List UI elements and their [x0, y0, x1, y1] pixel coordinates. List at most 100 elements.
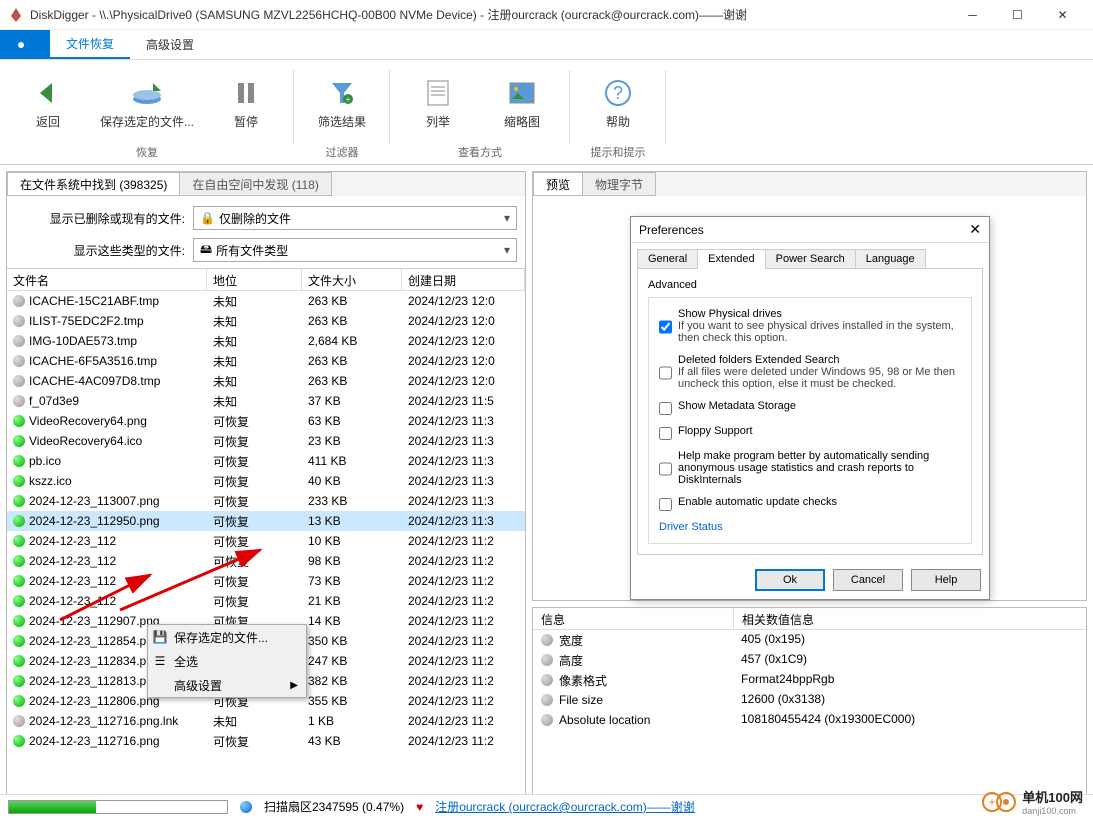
select-all-icon: ☰	[152, 654, 168, 668]
tab-file-recovery[interactable]: 文件恢复	[50, 30, 130, 59]
status-dot-icon	[13, 315, 25, 327]
tab-found-in-freespace[interactable]: 在自由空间中发现 (118)	[179, 172, 331, 196]
chk-auto-update[interactable]	[659, 498, 672, 511]
tab-preview[interactable]: 预览	[533, 172, 583, 196]
ctx-advanced-settings[interactable]: 高级设置 ▶	[148, 673, 306, 697]
lock-icon: 🔒	[200, 211, 215, 225]
table-row[interactable]: 2024-12-23_112716.png.lnk未知1 KB2024/12/2…	[7, 711, 525, 731]
prefs-tab-language[interactable]: Language	[855, 249, 926, 269]
prefs-tab-extended[interactable]: Extended	[697, 249, 765, 269]
prefs-title: Preferences	[639, 223, 704, 237]
chk-show-metadata-storage[interactable]	[659, 402, 672, 415]
status-dot-icon	[13, 635, 25, 647]
filter-deleted-select[interactable]: 🔒 仅删除的文件	[193, 206, 517, 230]
table-row[interactable]: ILIST-75EDC2F2.tmp未知263 KB2024/12/23 12:…	[7, 311, 525, 331]
ribbon-group-view: 查看方式	[398, 142, 562, 162]
file-table-header: 文件名 地位 文件大小 创建日期	[7, 269, 525, 291]
info-col-value: 相关数值信息	[733, 608, 1086, 629]
list-view-button[interactable]: 列举	[398, 64, 478, 142]
table-row[interactable]: 2024-12-23_112950.png可恢复13 KB2024/12/23 …	[7, 511, 525, 531]
prefs-ok-button[interactable]: Ok	[755, 569, 825, 591]
ribbon-group-filter: 过滤器	[302, 142, 382, 162]
filter-results-button[interactable]: + 筛选结果	[302, 64, 382, 142]
minimize-button[interactable]: ─	[950, 1, 995, 29]
preferences-dialog: Preferences ✕ General Extended Power Sea…	[630, 216, 990, 600]
status-dot-icon	[13, 455, 25, 467]
table-row[interactable]: 2024-12-23_113007.png可恢复233 KB2024/12/23…	[7, 491, 525, 511]
save-selected-button[interactable]: 保存选定的文件...	[92, 64, 202, 142]
table-row[interactable]: 2024-12-23_112可恢复98 KB2024/12/23 11:2	[7, 551, 525, 571]
prefs-tab-general[interactable]: General	[637, 249, 698, 269]
help-button[interactable]: ? 帮助	[578, 64, 658, 142]
heart-icon: ♥	[416, 800, 423, 814]
table-row[interactable]: ICACHE-15C21ABF.tmp未知263 KB2024/12/23 12…	[7, 291, 525, 311]
status-dot-icon	[13, 695, 25, 707]
info-panel: 信息 相关数值信息 宽度405 (0x195)高度457 (0x1C9)像素格式…	[532, 607, 1087, 797]
ribbon-group-recovery: 恢复	[8, 142, 286, 162]
filter-types-select[interactable]: 🖴 所有文件类型	[193, 238, 517, 262]
save-icon: 💾	[152, 630, 168, 644]
file-menu-icon[interactable]	[0, 30, 50, 59]
prefs-section-advanced: Advanced	[648, 279, 972, 291]
back-button[interactable]: 返回	[8, 64, 88, 142]
col-status[interactable]: 地位	[207, 269, 302, 290]
table-row[interactable]: f_07d3e9未知37 KB2024/12/23 11:5	[7, 391, 525, 411]
prefs-cancel-button[interactable]: Cancel	[833, 569, 903, 591]
pause-button[interactable]: 暂停	[206, 64, 286, 142]
info-row: 像素格式Format24bppRgb	[533, 670, 1086, 690]
file-table-body[interactable]: ICACHE-15C21ABF.tmp未知263 KB2024/12/23 12…	[7, 291, 525, 796]
col-filename[interactable]: 文件名	[7, 269, 207, 290]
status-dot-icon	[13, 495, 25, 507]
save-disk-icon	[131, 77, 163, 109]
table-row[interactable]: 2024-12-23_112可恢复10 KB2024/12/23 11:2	[7, 531, 525, 551]
chk-show-physical-drives[interactable]	[659, 310, 672, 344]
close-button[interactable]: ✕	[1040, 1, 1085, 29]
info-dot-icon	[541, 694, 553, 706]
table-row[interactable]: 2024-12-23_112716.png可恢复43 KB2024/12/23 …	[7, 731, 525, 751]
info-col-name: 信息	[533, 608, 733, 629]
table-row[interactable]: VideoRecovery64.ico可恢复23 KB2024/12/23 11…	[7, 431, 525, 451]
maximize-button[interactable]: ☐	[995, 1, 1040, 29]
table-row[interactable]: 2024-12-23_112可恢复73 KB2024/12/23 11:2	[7, 571, 525, 591]
status-dot-icon	[240, 801, 252, 813]
status-dot-icon	[13, 475, 25, 487]
status-dot-icon	[13, 395, 25, 407]
col-date[interactable]: 创建日期	[402, 269, 525, 290]
back-arrow-icon	[32, 77, 64, 109]
prefs-close-button[interactable]: ✕	[969, 221, 981, 238]
col-size[interactable]: 文件大小	[302, 269, 402, 290]
menu-tabs: 文件恢复 高级设置	[0, 30, 1093, 60]
info-dot-icon	[541, 714, 553, 726]
prefs-tab-powersearch[interactable]: Power Search	[765, 249, 856, 269]
table-row[interactable]: pb.ico可恢复411 KB2024/12/23 11:3	[7, 451, 525, 471]
table-row[interactable]: kszz.ico可恢复40 KB2024/12/23 11:3	[7, 471, 525, 491]
info-row: 高度457 (0x1C9)	[533, 650, 1086, 670]
tab-advanced-settings[interactable]: 高级设置	[130, 30, 210, 59]
table-row[interactable]: 2024-12-23_112可恢复21 KB2024/12/23 11:2	[7, 591, 525, 611]
info-row: Absolute location108180455424 (0x19300EC…	[533, 710, 1086, 730]
thumbnail-view-button[interactable]: 缩略图	[482, 64, 562, 142]
chk-floppy-support[interactable]	[659, 427, 672, 440]
table-row[interactable]: ICACHE-4AC097D8.tmp未知263 KB2024/12/23 12…	[7, 371, 525, 391]
table-row[interactable]: ICACHE-6F5A3516.tmp未知263 KB2024/12/23 12…	[7, 351, 525, 371]
info-row: 宽度405 (0x195)	[533, 630, 1086, 650]
register-link[interactable]: 注册ourcrack (ourcrack@ourcrack.com)——谢谢	[435, 798, 695, 815]
chk-deleted-folders-search[interactable]	[659, 356, 672, 390]
table-row[interactable]: IMG-10DAE573.tmp未知2,684 KB2024/12/23 12:…	[7, 331, 525, 351]
tab-physical-bytes[interactable]: 物理字节	[582, 172, 656, 196]
tab-found-in-filesystem[interactable]: 在文件系统中找到 (398325)	[7, 172, 180, 196]
prefs-help-button[interactable]: Help	[911, 569, 981, 591]
ctx-save-selected[interactable]: 💾 保存选定的文件...	[148, 625, 306, 649]
filter-deleted-label: 显示已删除或现有的文件:	[15, 210, 185, 227]
table-row[interactable]: VideoRecovery64.png可恢复63 KB2024/12/23 11…	[7, 411, 525, 431]
driver-status-link[interactable]: Driver Status	[659, 521, 961, 533]
status-bar: 扫描扇区2347595 (0.47%) ♥ 注册ourcrack (ourcra…	[0, 794, 1093, 818]
status-dot-icon	[13, 535, 25, 547]
status-dot-icon	[13, 515, 25, 527]
info-dot-icon	[541, 634, 553, 646]
status-dot-icon	[13, 295, 25, 307]
chk-send-usage-stats[interactable]	[659, 452, 672, 486]
status-dot-icon	[13, 375, 25, 387]
watermark: + 单机100网 danji100.com	[982, 787, 1083, 816]
ctx-select-all[interactable]: ☰ 全选	[148, 649, 306, 673]
